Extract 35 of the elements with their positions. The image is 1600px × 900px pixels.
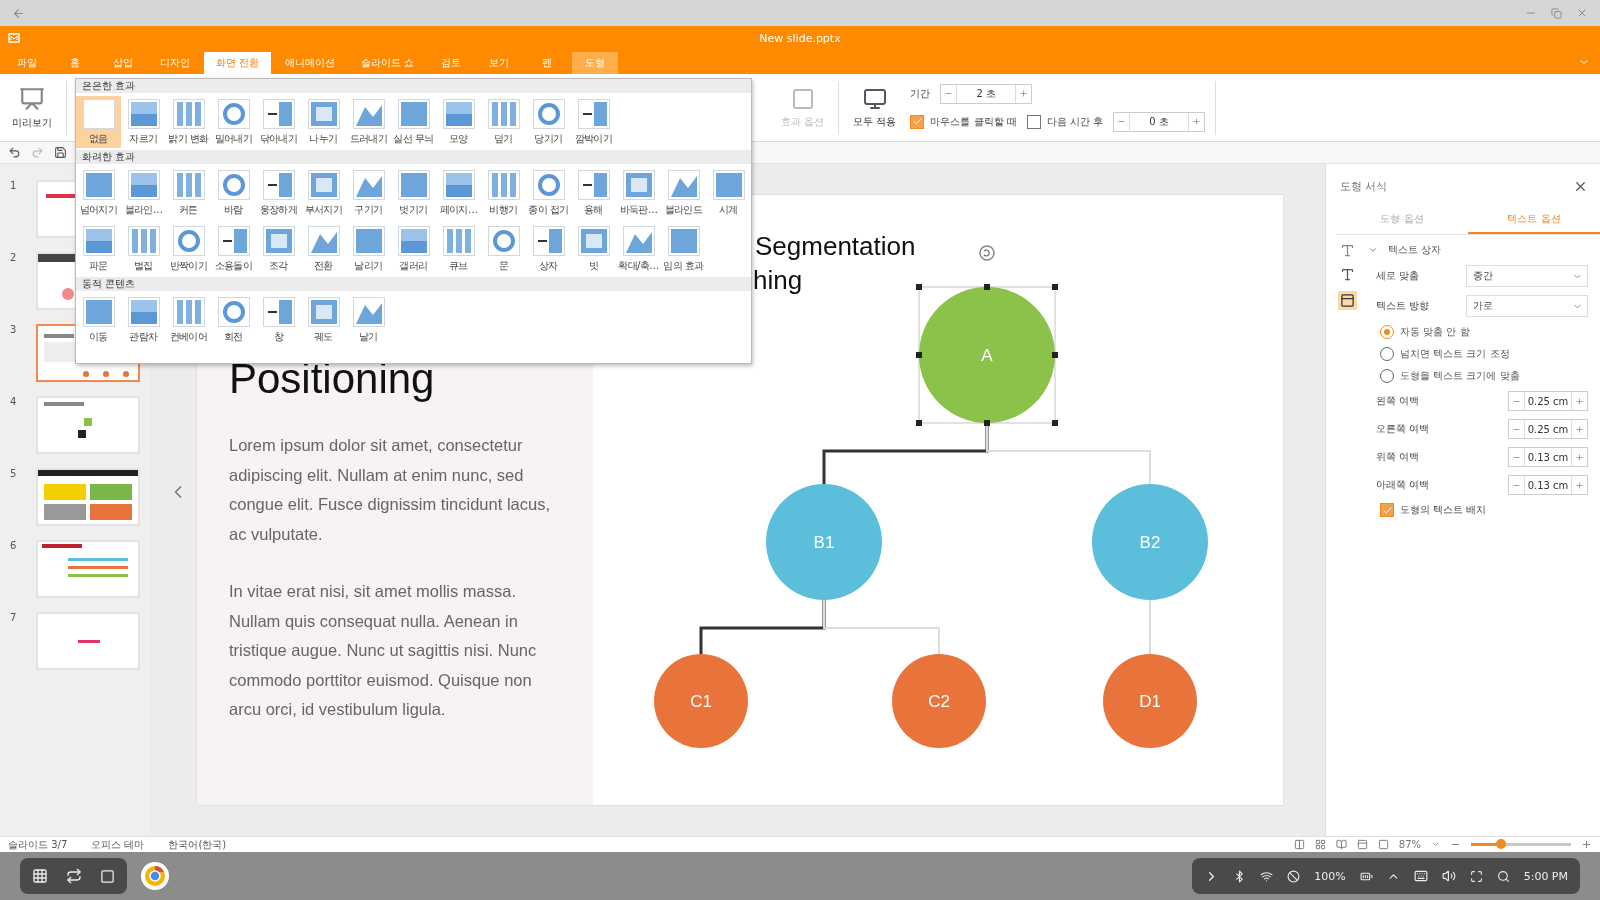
slide-number: 2 (10, 252, 18, 263)
gallery-section-header: 은은한 효과 (76, 79, 751, 93)
clock-text: 5:00 PM (1523, 869, 1568, 883)
field-label: 아래쪽 여백 (1376, 478, 1430, 492)
duration-label: 기간 (910, 86, 931, 101)
gallery-section-header: 화려한 효과 (76, 150, 751, 164)
body-paragraph: In vitae erat nisi, sit amet mollis massa. Nullam quis consequat nulla. Aenean in tristique augue. Nunc ut sagittis nisi. Nunc commodo porttitor euismod. Quisque non arcu orci, id vestibulum ligula. (229, 581, 538, 720)
node-label: A (981, 346, 993, 365)
field-label: 텍스트 방향 (1376, 299, 1430, 313)
node-label: B1 (813, 533, 835, 552)
node-label: C1 (690, 692, 712, 711)
slide-title: Segmentation (755, 231, 916, 262)
field-label: 세로 맞춤 (1376, 269, 1420, 283)
slide-number: 5 (10, 468, 18, 479)
node-label: B2 (1139, 533, 1161, 552)
status-text: 오피스 테마 (91, 837, 145, 852)
slide-number: 1 (10, 180, 18, 191)
slide-title: Positioning (229, 355, 436, 403)
status-text: 슬라이드 3/7 (8, 837, 68, 852)
window-title: New slide.pptx (759, 31, 841, 45)
node-label: D1 (1139, 692, 1161, 711)
slide-number: 4 (10, 396, 18, 407)
gallery-section-header: 동적 콘텐츠 (76, 277, 751, 291)
field-label: 오른쪽 여백 (1376, 422, 1430, 436)
field-label: 왼쪽 여백 (1376, 394, 1420, 408)
panel-title: 도형 서식 (1340, 178, 1388, 194)
slide-title: hing (753, 265, 803, 296)
node-label: C2 (928, 692, 950, 711)
slide-number: 3 (10, 324, 18, 335)
slide-number: 6 (10, 540, 18, 551)
status-text: 한국어(한국) (168, 837, 227, 852)
battery-text: 100% (1314, 869, 1346, 883)
slide-number: 7 (10, 612, 18, 623)
body-paragraph: Lorem ipsum dolor sit amet, consectetur adipiscing elit. Nullam at enim nunc, sed congue elit. Fusce dignissim tincidunt lacus, ac vulputate. (229, 435, 551, 545)
field-label: 위쪽 여백 (1376, 450, 1420, 464)
